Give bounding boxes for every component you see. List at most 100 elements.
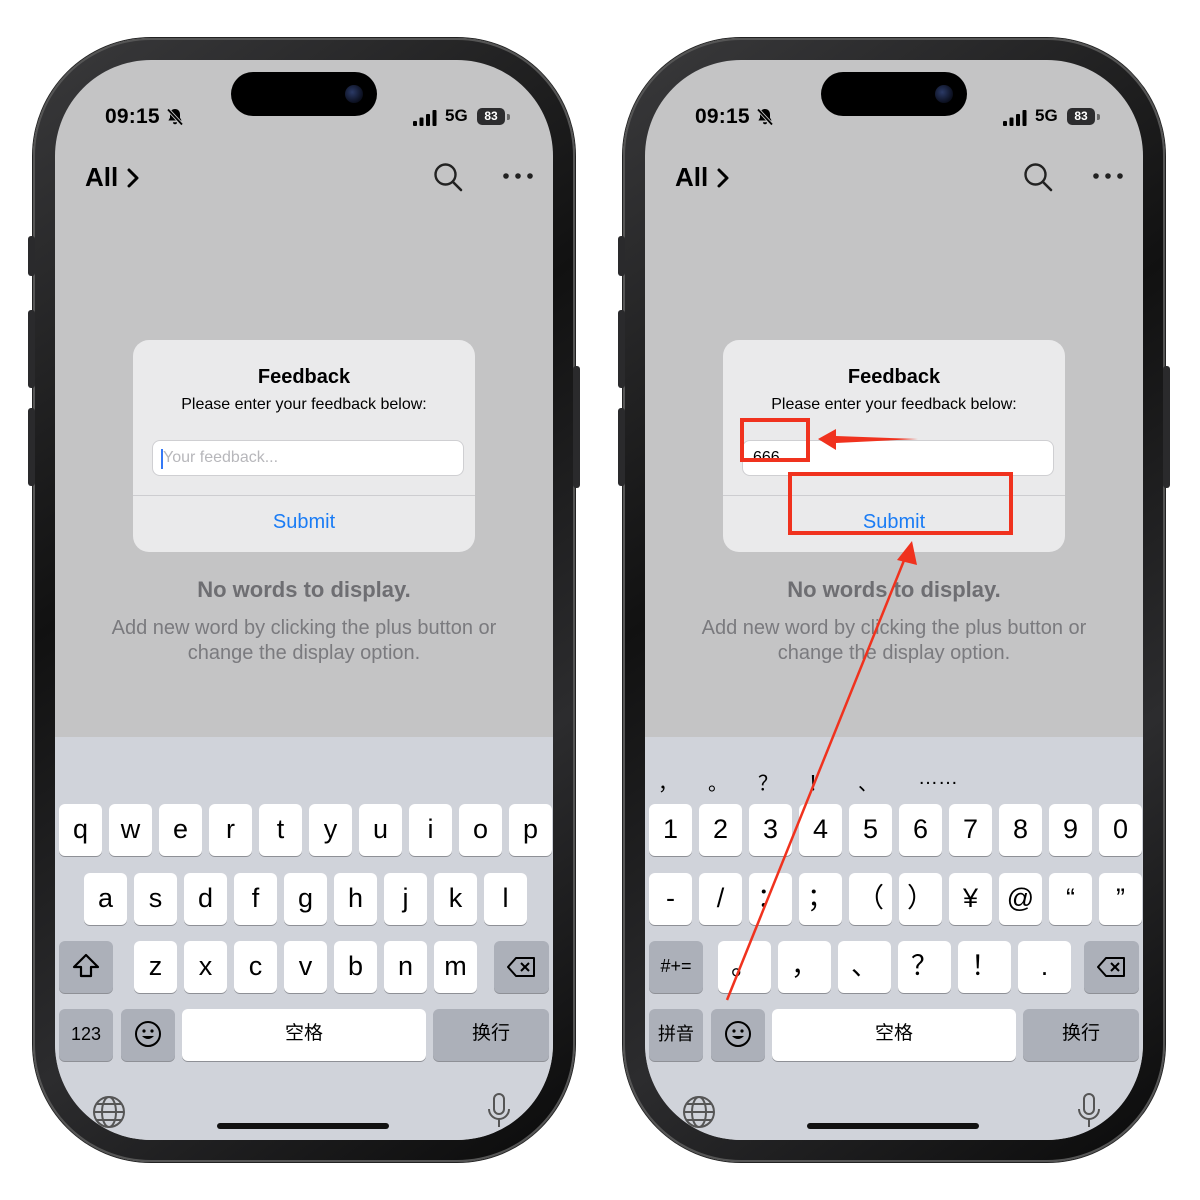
status-time: 09:15 bbox=[695, 105, 750, 128]
key-punctuation[interactable]: ， bbox=[778, 941, 831, 993]
key-g[interactable]: g bbox=[284, 873, 327, 925]
more-icon[interactable] bbox=[501, 166, 535, 186]
key-6[interactable]: 6 bbox=[899, 804, 942, 856]
key-9[interactable]: 9 bbox=[1049, 804, 1092, 856]
key-k[interactable]: k bbox=[434, 873, 477, 925]
key-8[interactable]: 8 bbox=[999, 804, 1042, 856]
key-f[interactable]: f bbox=[234, 873, 277, 925]
screen: 09:15 5G 83 All Feedback Please enter yo… bbox=[55, 60, 553, 1140]
return-key[interactable]: 换行 bbox=[433, 1009, 549, 1061]
key-x[interactable]: x bbox=[184, 941, 227, 993]
more-icon[interactable] bbox=[1091, 166, 1125, 186]
empty-state-title: No words to display. bbox=[197, 577, 411, 602]
key-punctuation[interactable]: 、 bbox=[838, 941, 891, 993]
microphone-icon[interactable] bbox=[487, 1092, 511, 1130]
key-4[interactable]: 4 bbox=[799, 804, 842, 856]
key-0[interactable]: 0 bbox=[1099, 804, 1142, 856]
key-symbol[interactable]: “ bbox=[1049, 873, 1092, 925]
home-indicator bbox=[807, 1123, 979, 1129]
text-caret bbox=[161, 449, 163, 469]
key-symbol[interactable]: / bbox=[699, 873, 742, 925]
key-symbol[interactable]: ¥ bbox=[949, 873, 992, 925]
key-u[interactable]: u bbox=[359, 804, 402, 856]
delete-key[interactable] bbox=[1084, 941, 1139, 993]
microphone-icon[interactable] bbox=[1077, 1092, 1101, 1130]
shift-icon bbox=[72, 953, 100, 978]
emoji-key[interactable] bbox=[711, 1009, 765, 1061]
key-m[interactable]: m bbox=[434, 941, 477, 993]
key-e[interactable]: e bbox=[159, 804, 202, 856]
candidate-item[interactable]: ， bbox=[653, 767, 683, 796]
key-p[interactable]: p bbox=[509, 804, 552, 856]
key-symbol[interactable]: （ bbox=[849, 873, 892, 925]
submit-button[interactable]: Submit bbox=[133, 511, 475, 534]
key-1[interactable]: 1 bbox=[649, 804, 692, 856]
network-type: 5G bbox=[1035, 106, 1058, 125]
globe-icon[interactable] bbox=[681, 1094, 717, 1130]
candidate-item[interactable]: 、 bbox=[853, 767, 883, 796]
candidate-item[interactable]: 。 bbox=[703, 767, 733, 796]
globe-icon[interactable] bbox=[91, 1094, 127, 1130]
emoji-key[interactable] bbox=[121, 1009, 175, 1061]
key-d[interactable]: d bbox=[184, 873, 227, 925]
key-i[interactable]: i bbox=[409, 804, 452, 856]
key-l[interactable]: l bbox=[484, 873, 527, 925]
numbers-key[interactable]: 123 bbox=[59, 1009, 113, 1061]
symbols-key[interactable]: #+= bbox=[649, 941, 703, 993]
space-key[interactable]: 空格 bbox=[182, 1009, 426, 1061]
delete-key[interactable] bbox=[494, 941, 549, 993]
shift-key[interactable] bbox=[59, 941, 113, 993]
key-symbol[interactable]: - bbox=[649, 873, 692, 925]
key-b[interactable]: b bbox=[334, 941, 377, 993]
dynamic-island bbox=[231, 72, 377, 116]
key-h[interactable]: h bbox=[334, 873, 377, 925]
volume-up-button bbox=[28, 310, 35, 388]
key-j[interactable]: j bbox=[384, 873, 427, 925]
key-w[interactable]: w bbox=[109, 804, 152, 856]
emoji-icon bbox=[135, 1021, 161, 1047]
key-o[interactable]: o bbox=[459, 804, 502, 856]
key-symbol[interactable]: @ bbox=[999, 873, 1042, 925]
all-label: All bbox=[85, 162, 119, 192]
key-symbol[interactable]: ” bbox=[1099, 873, 1142, 925]
key-a[interactable]: a bbox=[84, 873, 127, 925]
key-2[interactable]: 2 bbox=[699, 804, 742, 856]
key-z[interactable]: z bbox=[134, 941, 177, 993]
key-3[interactable]: 3 bbox=[749, 804, 792, 856]
space-key[interactable]: 空格 bbox=[772, 1009, 1016, 1061]
key-t[interactable]: t bbox=[259, 804, 302, 856]
key-r[interactable]: r bbox=[209, 804, 252, 856]
all-filter-button[interactable]: All bbox=[85, 162, 140, 193]
return-key[interactable]: 换行 bbox=[1023, 1009, 1139, 1061]
key-y[interactable]: y bbox=[309, 804, 352, 856]
key-v[interactable]: v bbox=[284, 941, 327, 993]
key-s[interactable]: s bbox=[134, 873, 177, 925]
key-5[interactable]: 5 bbox=[849, 804, 892, 856]
pinyin-key[interactable]: 拼音 bbox=[649, 1009, 703, 1061]
search-icon[interactable] bbox=[1023, 162, 1053, 192]
key-symbol[interactable]: ） bbox=[899, 873, 942, 925]
screen: 09:15 5G 83 All Feedback Please enter yo… bbox=[645, 60, 1143, 1140]
key-punctuation[interactable]: ？ bbox=[898, 941, 951, 993]
key-7[interactable]: 7 bbox=[949, 804, 992, 856]
search-icon[interactable] bbox=[433, 162, 463, 192]
candidate-item[interactable]: …… bbox=[913, 767, 963, 790]
volume-up-button bbox=[618, 310, 625, 388]
key-punctuation[interactable]: . bbox=[1018, 941, 1071, 993]
all-filter-button[interactable]: All bbox=[675, 162, 730, 193]
battery-tip bbox=[1097, 114, 1100, 120]
feedback-dialog: Feedback Please enter your feedback belo… bbox=[133, 340, 475, 552]
candidate-item[interactable]: ！ bbox=[803, 767, 833, 796]
key-punctuation[interactable]: ！ bbox=[958, 941, 1011, 993]
candidate-item[interactable]: ？ bbox=[753, 767, 783, 796]
key-punctuation[interactable]: 。 bbox=[718, 941, 771, 993]
key-q[interactable]: q bbox=[59, 804, 102, 856]
key-symbol[interactable]: ： bbox=[749, 873, 792, 925]
feedback-input[interactable]: Your feedback... bbox=[152, 440, 464, 476]
key-symbol[interactable]: ； bbox=[799, 873, 842, 925]
keyboard: #+= 拼音 空格 换行 ，。？！、…… 1 2 3 4 5 6 7 8 9 0- /：；（） ¥ @ “”… bbox=[645, 737, 1143, 1140]
empty-state-subtitle: Add new word by clicking the plus button… bbox=[111, 617, 497, 664]
key-n[interactable]: n bbox=[384, 941, 427, 993]
keyboard: 123 空格 换行 qwertyuiop asdfghjkl zxcvbnm bbox=[55, 737, 553, 1140]
key-c[interactable]: c bbox=[234, 941, 277, 993]
